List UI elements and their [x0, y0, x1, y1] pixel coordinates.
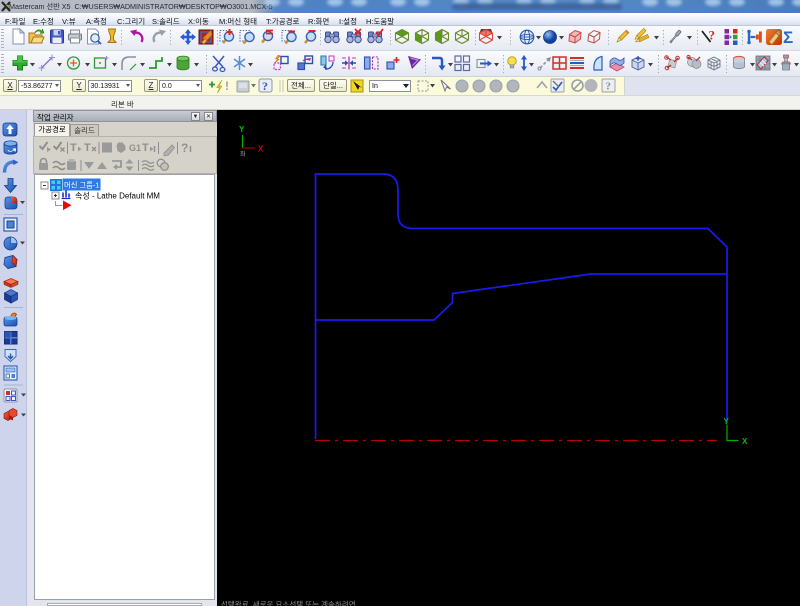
svg-text:T: T	[84, 142, 91, 154]
svg-text:Y: Y	[239, 125, 245, 134]
svg-text:선택완료. 새로운 요소선택 또는 계속하려면: 선택완료. 새로운 요소선택 또는 계속하려면	[221, 599, 356, 606]
svg-text:G1: G1	[129, 143, 141, 153]
svg-text:Σ: Σ	[783, 28, 793, 47]
svg-text:T: T	[142, 142, 149, 154]
svg-text:?: ?	[709, 28, 716, 43]
svg-text:?: ?	[606, 81, 612, 93]
svg-text:좌: 좌	[240, 150, 246, 158]
svg-text:!: !	[225, 79, 229, 93]
svg-text:T: T	[70, 142, 77, 154]
svg-text:?: ?	[262, 79, 268, 93]
svg-text:?: ?	[181, 141, 188, 155]
svg-text:머신 그룹-1: 머신 그룹-1	[64, 181, 99, 190]
svg-text:X: X	[742, 437, 748, 446]
svg-text:X: X	[258, 145, 264, 154]
svg-text:속성 - Lathe Default MM: 속성 - Lathe Default MM	[75, 192, 160, 201]
